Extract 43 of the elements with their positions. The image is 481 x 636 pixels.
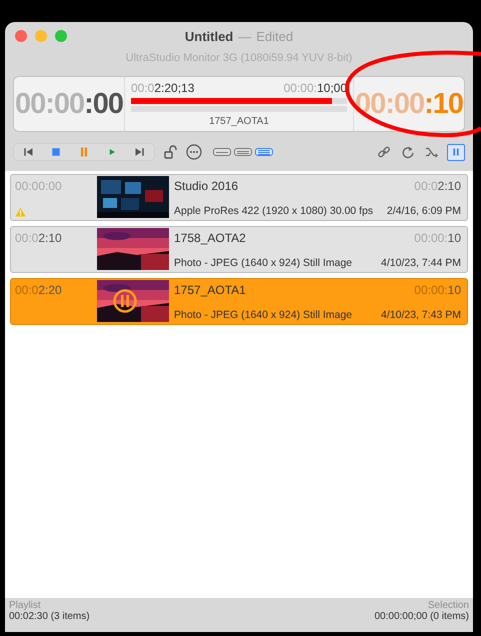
pause-icon bbox=[78, 146, 90, 158]
link-icon bbox=[377, 145, 391, 159]
start-timecode: 00:02:10 bbox=[15, 231, 63, 245]
clip-title: Studio 2016 bbox=[174, 179, 238, 193]
clip-date: 4/10/23, 7:44 PM bbox=[381, 257, 461, 269]
duration-timecode: 00:02:10 bbox=[414, 179, 461, 193]
shuffle-icon bbox=[425, 145, 439, 159]
close-button[interactable] bbox=[15, 30, 27, 42]
current-timecode: 00:02:20;13 bbox=[131, 81, 194, 95]
link-button[interactable] bbox=[375, 144, 393, 160]
duration-timecode: 00:00:10 bbox=[414, 231, 461, 245]
elapsed-timecode: 00:00:00 bbox=[14, 88, 124, 120]
selection-total: 00:00:00;00 (0 items) bbox=[374, 611, 469, 622]
previous-icon bbox=[22, 146, 34, 158]
playlist-row[interactable]: 00:02:20 1757_AOTA1 00:00:10 Photo - JPEG (1640 x 924) Still Image 4/10/23, 7:43 PM bbox=[10, 278, 468, 325]
clip-format: Photo - JPEG (1640 x 924) Still Image bbox=[174, 257, 352, 269]
title-separator: — bbox=[238, 29, 252, 44]
repeat-icon bbox=[401, 145, 415, 159]
next-icon bbox=[134, 146, 146, 158]
selection-label: Selection bbox=[428, 600, 469, 611]
more-icon[interactable] bbox=[185, 143, 203, 161]
pause-button[interactable] bbox=[447, 144, 465, 160]
start-timecode: 00:00:00 bbox=[15, 179, 63, 193]
playlist-total: 00:02:30 (3 items) bbox=[9, 611, 90, 622]
edited-status: Edited bbox=[256, 29, 294, 44]
window-title: Untitled bbox=[184, 29, 234, 44]
clip-date: 4/10/23, 7:43 PM bbox=[381, 309, 461, 321]
playlist-label: Playlist bbox=[9, 600, 42, 611]
stop-icon bbox=[50, 146, 62, 158]
clip-format: Apple ProRes 422 (1920 x 1080) 30.00 fps bbox=[174, 205, 374, 217]
clip-title: 1757_AOTA1 bbox=[174, 283, 246, 297]
clip-title: 1758_AOTA2 bbox=[174, 231, 246, 245]
clip-date: 2/4/16, 6:09 PM bbox=[386, 205, 461, 217]
clip-name: 1757_AOTA1 bbox=[208, 116, 270, 127]
view-button[interactable] bbox=[213, 148, 231, 156]
view-button[interactable] bbox=[234, 148, 252, 156]
duration-timecode: 00:00:10 bbox=[414, 283, 461, 297]
view-button[interactable] bbox=[255, 148, 273, 156]
playlist-row[interactable]: 00:02:10 1758_AOTA2 00:00:10 Photo - JPEG (1640 x 924) Still Image 4/10/23, 7:44 PM bbox=[10, 226, 468, 273]
clip-format: Photo - JPEG (1640 x 924) Still Image bbox=[174, 309, 352, 321]
playlist-row[interactable]: 00:00:00 Studio 2016 00:02:10 Apple ProRes 422 (1920 x 1080) 30.00 fps 2/4/16, 6:09 PM bbox=[10, 174, 468, 221]
remaining-timecode: 00:00:10 bbox=[354, 88, 464, 120]
start-timecode: 00:02:20 bbox=[15, 283, 63, 297]
